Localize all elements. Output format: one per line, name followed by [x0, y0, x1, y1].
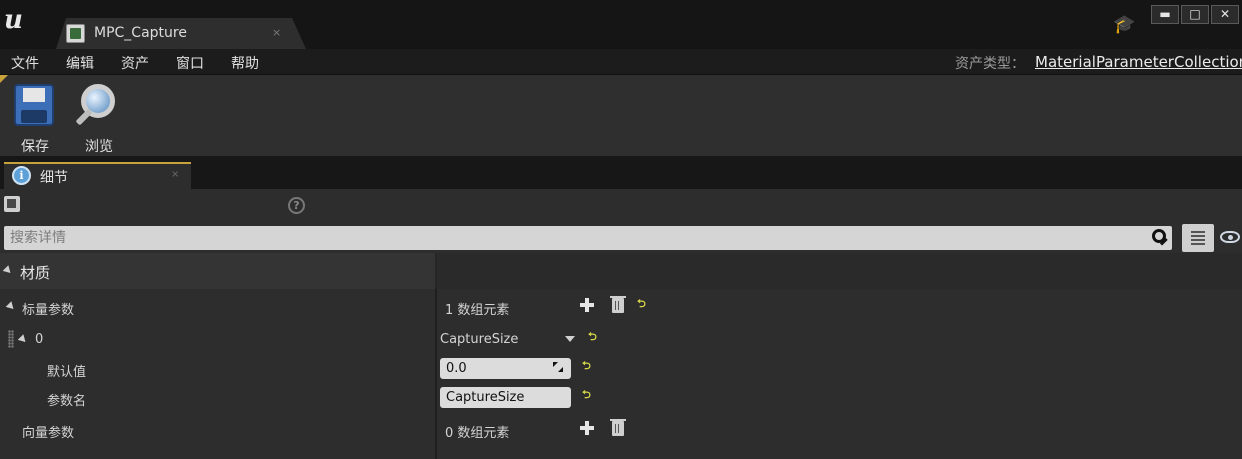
default-value-row: 默认值 ⮌ [0, 354, 1242, 383]
document-tab[interactable]: MPC_Capture × [56, 18, 306, 49]
asset-type-link[interactable]: MaterialParameterCollection [1035, 53, 1242, 71]
parameter-name-field[interactable] [440, 387, 571, 408]
scalar-params-row: 标量参数 1 数组元素 ⮌ [0, 292, 1242, 321]
panel-tab-strip: i 细节 × [0, 156, 1242, 189]
category-header[interactable]: 材质 [0, 253, 1242, 289]
reset-default-icon[interactable]: ⮌ [588, 331, 600, 343]
parameter-name-label: 参数名 [47, 394, 87, 409]
maximize-button[interactable]: □ [1181, 5, 1209, 24]
details-panel: ? 材质 标量参数 1 数组元素 ⮌ 0 CaptureSize ⮌ 默认值 [0, 189, 1242, 459]
tab-close-icon[interactable]: × [272, 26, 281, 39]
scalar-params-count: 1 数组元素 [445, 303, 510, 318]
asset-type-label: 资产类型： [955, 56, 1025, 72]
category-header-right [437, 253, 1242, 289]
array-element-row: 0 CaptureSize ⮌ [0, 325, 1242, 354]
reset-default-icon[interactable]: ⮌ [582, 389, 594, 401]
category-title: 材质 [20, 264, 51, 282]
reset-default-icon[interactable]: ⮌ [582, 360, 594, 372]
menu-window[interactable]: 窗口 [176, 53, 204, 73]
tab-details[interactable]: i 细节 × [4, 162, 191, 189]
add-element-icon[interactable] [580, 421, 594, 435]
toolbar: 保存 浏览 [0, 75, 1242, 156]
search-icon[interactable] [1152, 229, 1166, 243]
chevron-down-icon[interactable] [565, 336, 575, 342]
title-bar: u MPC_Capture × 🎓 ▬ □ ✕ [0, 0, 1242, 49]
lock-icon[interactable] [4, 196, 20, 212]
add-element-icon[interactable] [580, 298, 594, 312]
search-input[interactable] [4, 226, 1144, 250]
clear-array-icon[interactable] [610, 296, 626, 313]
menu-bar: 文件 编辑 资产 窗口 帮助 资产类型： MaterialParameterCo… [0, 49, 1242, 75]
search-bar [4, 226, 1172, 250]
drag-value-icon[interactable] [553, 362, 563, 372]
browse-icon-handle [75, 108, 93, 126]
toolbar-corner-marker [0, 75, 8, 83]
element-name-combo[interactable]: CaptureSize [440, 332, 518, 347]
vector-params-row: 向量参数 0 数组元素 [0, 415, 1242, 444]
help-icon[interactable]: ? [288, 197, 305, 214]
element-index: 0 [35, 332, 44, 347]
default-value-label: 默认值 [47, 365, 87, 380]
info-icon: i [12, 166, 31, 185]
minimize-button[interactable]: ▬ [1151, 5, 1179, 24]
scalar-params-label: 标量参数 [22, 303, 75, 318]
details-tab-label: 细节 [40, 170, 68, 186]
vector-params-label: 向量参数 [22, 426, 75, 441]
reset-default-icon[interactable]: ⮌ [637, 298, 649, 310]
element-expand-icon[interactable] [17, 334, 29, 345]
browse-label: 浏览 [85, 139, 113, 155]
eye-icon[interactable] [1220, 231, 1240, 243]
default-value-field[interactable] [440, 358, 571, 379]
scalar-params-expand-icon[interactable] [5, 301, 17, 312]
details-tab-close-icon[interactable]: × [171, 169, 179, 180]
asset-icon [66, 24, 85, 43]
parameter-name-row: 参数名 ⮌ [0, 383, 1242, 412]
save-icon [14, 84, 54, 126]
save-label: 保存 [21, 139, 49, 155]
vector-params-count: 0 数组元素 [445, 426, 510, 441]
close-button[interactable]: ✕ [1211, 5, 1239, 24]
menu-file[interactable]: 文件 [11, 53, 39, 73]
category-header-left: 材质 [0, 253, 435, 289]
menu-asset[interactable]: 资产 [121, 53, 149, 73]
drag-handle-icon[interactable] [8, 330, 14, 348]
learn-cap-icon[interactable]: 🎓 [1113, 14, 1135, 36]
unreal-logo-icon: u [4, 5, 23, 35]
clear-array-icon[interactable] [610, 419, 626, 436]
menu-edit[interactable]: 编辑 [66, 53, 94, 73]
save-button[interactable]: 保存 [9, 81, 61, 155]
document-tab-label: MPC_Capture [94, 25, 187, 41]
menu-help[interactable]: 帮助 [231, 53, 259, 73]
expand-arrow-icon[interactable] [2, 265, 14, 276]
view-options-button[interactable] [1182, 224, 1214, 252]
browse-button[interactable]: 浏览 [73, 81, 125, 155]
